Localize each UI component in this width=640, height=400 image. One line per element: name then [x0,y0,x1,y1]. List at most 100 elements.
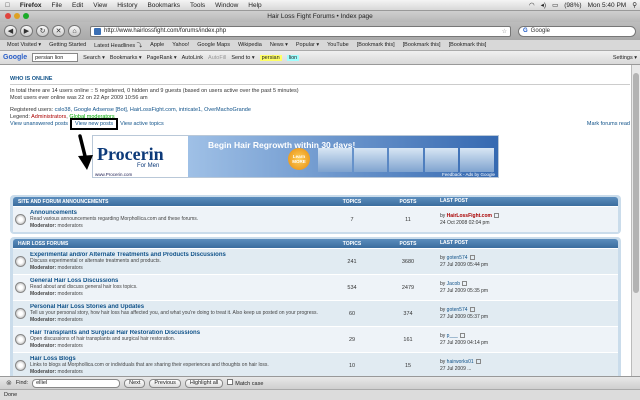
page-scrollbar[interactable] [631,65,640,376]
search-bar[interactable]: G Google [518,25,636,37]
google-search-engine-icon[interactable]: G [523,28,528,34]
highlight-all-button[interactable]: Highlight all [184,378,224,388]
home-button[interactable]: ⌂ [68,25,81,37]
bookmark-getting-started[interactable]: Getting Started [45,42,90,48]
last-post-author[interactable]: HairLossFight.com [447,213,492,219]
menu-file[interactable]: File [47,2,67,9]
go-to-last-post-icon[interactable] [469,254,475,260]
apple-icon[interactable]:  [0,2,15,9]
bookmark-youtube[interactable]: YouTube [323,42,353,48]
last-post-author[interactable]: p___ [447,333,458,339]
stop-icon: ✕ [55,28,62,35]
zoom-window-icon[interactable] [23,13,29,19]
menu-window[interactable]: Window [210,2,243,9]
last-post-author[interactable]: Jacob [447,281,460,287]
gtoolbar-autofill[interactable]: AutoFill [208,55,226,61]
bookmark-this-1[interactable]: [Bookmark this] [353,42,399,48]
moderator-link[interactable]: moderators [58,265,83,271]
moderator-link[interactable]: moderators [58,343,83,349]
back-button[interactable]: ◀ [4,25,17,37]
bookmark-popular[interactable]: Popular ▾ [292,42,323,48]
volume-icon[interactable]: ◂) [538,1,549,9]
moderator-link[interactable]: moderators [58,317,83,323]
forward-arrow-icon: ▶ [23,28,30,35]
topics-count: 534 [347,284,357,291]
bookmark-most-visited[interactable]: Most Visited ▾ [3,42,45,48]
close-window-icon[interactable] [5,13,11,19]
forum-row: General Hair Loss Discussions Read about … [13,274,618,300]
menu-help[interactable]: Help [243,2,266,9]
moderator-link[interactable]: moderators [58,223,83,229]
bookmark-wikipedia[interactable]: Wikipedia [234,42,266,48]
reload-button[interactable]: ↻ [36,25,49,37]
minimize-window-icon[interactable] [14,13,20,19]
bookmark-yahoo[interactable]: Yahoo! [168,42,193,48]
clock[interactable]: Mon 5:40 PM [585,2,630,9]
bookmark-news[interactable]: News ▾ [266,42,292,48]
go-to-last-post-icon[interactable] [469,306,475,312]
procerin-ad-banner[interactable]: Procerin For Men Begin Hair Regrowth wit… [92,135,499,178]
battery-icon[interactable]: ▭ [549,1,561,9]
match-case-label: Match case [235,381,264,387]
wifi-icon[interactable]: ◠ [526,1,538,9]
gtoolbar-pagerank[interactable]: PageRank ▾ [147,55,177,61]
ad-url[interactable]: www.Procerin.com [95,172,132,177]
mark-forums-read-link[interactable]: Mark forums read [587,121,630,127]
moderator-link[interactable]: moderators [58,291,83,297]
site-favicon-icon [94,27,101,35]
bookmark-latest-headlines[interactable]: Latest Headlines ⤵ [90,41,146,49]
find-next-button[interactable]: Next [124,378,146,388]
scrollbar-thumb[interactable] [633,73,639,293]
gtoolbar-settings[interactable]: Settings ▾ [613,55,637,61]
gtoolbar-bookmarks[interactable]: Bookmarks ▾ [110,55,142,61]
view-active-topics-link[interactable]: View active topics [120,121,164,127]
find-previous-button[interactable]: Previous [149,378,181,388]
bookmark-google-maps[interactable]: Google Maps [193,42,234,48]
menu-bookmarks[interactable]: Bookmarks [142,2,185,9]
close-find-bar-icon[interactable]: ⊗ [6,379,12,387]
gtoolbar-highlight-lion[interactable]: lion [286,54,300,61]
go-to-last-post-icon[interactable] [459,332,465,338]
gtoolbar-autolink[interactable]: AutoLink [182,55,203,61]
menu-view[interactable]: View [88,2,112,9]
find-input[interactable]: elliel [32,378,121,388]
google-toolbar-search-input[interactable]: persian lion [32,53,79,62]
view-unanswered-posts-link[interactable]: View unanswered posts [10,121,68,127]
menu-history[interactable]: History [112,2,142,9]
url-bar[interactable]: http://www.hairlossfight.com/forums/inde… [90,25,511,37]
last-post-author[interactable]: goten574 [447,255,468,261]
table-header: HAIR LOSS FORUMS TOPICS POSTS LAST POST [13,239,618,248]
status-text: Done [4,392,18,398]
last-post-author[interactable]: hairworks01 [447,359,474,365]
bookmark-apple[interactable]: Apple [146,42,168,48]
stop-button[interactable]: ✕ [52,25,65,37]
ad-learn-more-button[interactable]: Learn MORE [288,148,310,170]
view-new-posts-link[interactable]: View new posts [70,118,119,130]
spotlight-icon[interactable]: ⚲ [629,1,640,9]
last-post-author[interactable]: goten574 [447,307,468,313]
ad-feedback-link[interactable]: Feedback - Ads by Google [442,172,495,177]
bookmark-this-3[interactable]: [Bookmark this] [445,42,491,48]
match-case-checkbox[interactable]: Match case [227,379,263,387]
google-toolbar-logo[interactable]: Google [3,54,27,61]
menu-app-name[interactable]: Firefox [15,2,47,9]
bookmark-this-2[interactable]: [Bookmark this] [399,42,445,48]
go-to-last-post-icon[interactable] [475,358,481,364]
bookmark-star-icon[interactable]: ☆ [502,28,507,35]
navigation-toolbar: ◀ ▶ ↻ ✕ ⌂ http://www.hairlossfight.com/f… [0,22,640,40]
forum-row: Personal Hair Loss Stories and Updates Te… [13,300,618,326]
forward-button[interactable]: ▶ [20,25,33,37]
moderator-link[interactable]: moderators [58,369,83,375]
forum-row: Hair Loss Blogs Links to blogs at Morphol… [13,352,618,376]
menu-tools[interactable]: Tools [185,2,210,9]
header-topics: TOPICS [342,240,362,247]
header-posts: POSTS [399,198,417,205]
registered-users-list[interactable]: cslo38, Google Adsense [Bot], HairLossFi… [55,107,251,113]
menu-edit[interactable]: Edit [67,2,88,9]
go-to-last-post-icon[interactable] [462,280,468,286]
gtoolbar-highlight-persian[interactable]: persian [259,54,282,61]
gtoolbar-search-button[interactable]: Search ▾ [83,55,105,61]
gtoolbar-send-to[interactable]: Send to ▾ [231,55,254,61]
posts-count: 161 [403,336,413,343]
go-to-last-post-icon[interactable] [493,212,499,218]
